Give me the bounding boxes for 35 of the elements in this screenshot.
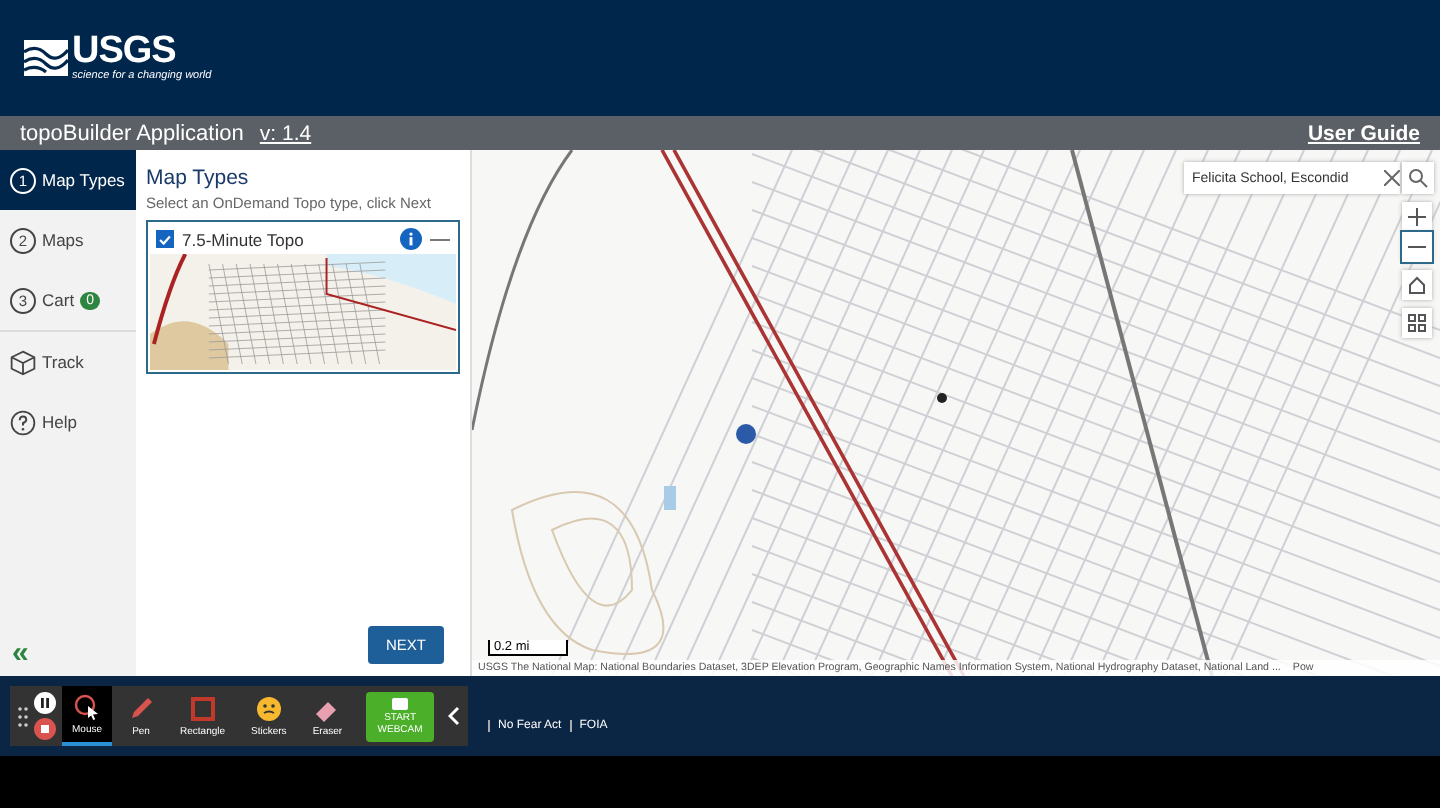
zoom-in-button[interactable] xyxy=(1402,202,1432,232)
pen-icon xyxy=(128,695,155,721)
panel-title: Map Types xyxy=(146,166,251,190)
basemap-button[interactable] xyxy=(1402,308,1432,338)
version-link[interactable]: v: 1.4 xyxy=(259,121,312,145)
plus-icon xyxy=(1408,208,1426,226)
home-button[interactable] xyxy=(1402,270,1432,300)
minus-icon[interactable] xyxy=(430,235,450,243)
camera-icon xyxy=(390,696,411,712)
info-icon[interactable] xyxy=(400,228,422,250)
step-tab[interactable]: Track xyxy=(0,332,136,392)
map-type-card[interactable]: 7.5-Minute Topo xyxy=(146,220,460,374)
collapse-button[interactable]: « xyxy=(12,638,29,668)
help-icon xyxy=(10,409,36,435)
app-title: topoBuilder Application xyxy=(20,121,244,145)
emoji-icon xyxy=(255,695,282,721)
cursor-icon xyxy=(74,693,100,719)
map-type-label: 7.5-Minute Topo xyxy=(182,229,304,249)
rectangle-icon xyxy=(189,695,216,721)
wave-logo-icon xyxy=(24,40,68,76)
search-icon xyxy=(1408,168,1428,188)
stop-icon[interactable] xyxy=(34,718,56,740)
drag-handle-icon[interactable] xyxy=(18,705,28,727)
step-tab[interactable]: Help xyxy=(0,392,136,452)
logo-text: USGS xyxy=(72,34,176,70)
user-guide-link[interactable]: User Guide xyxy=(1307,121,1420,145)
chevron-left-icon[interactable] xyxy=(448,706,461,726)
close-icon[interactable] xyxy=(1384,170,1400,186)
grid-icon xyxy=(1408,314,1426,332)
search-button[interactable] xyxy=(1402,162,1434,194)
checkbox[interactable] xyxy=(156,230,174,248)
zoom-out-button[interactable] xyxy=(1402,232,1432,262)
home-icon xyxy=(1408,276,1426,294)
pause-icon[interactable] xyxy=(34,692,56,714)
cube-icon xyxy=(10,349,36,375)
